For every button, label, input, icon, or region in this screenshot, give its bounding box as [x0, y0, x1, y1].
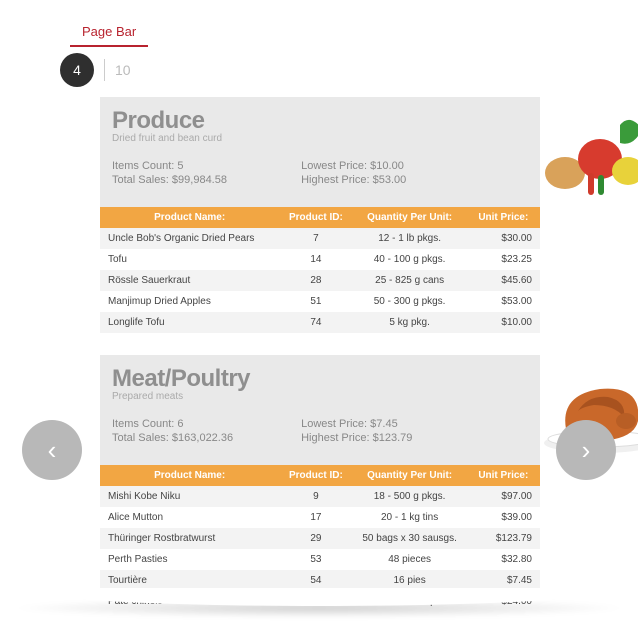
cell-unit-price: $24.00 [467, 591, 540, 612]
section-stats: Items Count: 5Lowest Price: $10.00Total … [112, 160, 528, 186]
page-container: Page Bar 4 10 ProduceDried fruit and bea… [0, 0, 638, 612]
pager-divider [104, 59, 105, 81]
col-qty: Quantity Per Unit: [353, 465, 467, 486]
cell-qty-per-unit: 50 bags x 30 sausgs. [353, 528, 467, 549]
cell-product-id: 7 [279, 228, 352, 249]
table-row: Mishi Kobe Niku918 - 500 g pkgs.$97.00 [100, 486, 540, 507]
highest-price: Highest Price: $53.00 [301, 174, 528, 186]
table-body: Uncle Bob's Organic Dried Pears712 - 1 l… [100, 228, 540, 333]
cell-qty-per-unit: 25 - 825 g cans [353, 270, 467, 291]
cell-product-name: Tourtière [100, 570, 279, 591]
items-count: Items Count: 6 [112, 418, 301, 430]
section-title: Produce [112, 107, 528, 135]
section-image-vegetables [530, 103, 638, 203]
pager: 4 10 [60, 53, 598, 87]
table-row: Uncle Bob's Organic Dried Pears712 - 1 l… [100, 228, 540, 249]
cell-product-id: 55 [279, 591, 352, 612]
highest-price: Highest Price: $123.79 [301, 432, 528, 444]
total-sales: Total Sales: $99,984.58 [112, 174, 301, 186]
prev-page-button[interactable]: ‹ [22, 420, 82, 480]
table-row: Perth Pasties5348 pieces$32.80 [100, 549, 540, 570]
cell-unit-price: $53.00 [467, 291, 540, 312]
table-row: Alice Mutton1720 - 1 kg tins$39.00 [100, 507, 540, 528]
page-current: 4 [60, 53, 94, 87]
cell-unit-price: $7.45 [467, 570, 540, 591]
table-row: Tourtière5416 pies$7.45 [100, 570, 540, 591]
cell-qty-per-unit: 50 - 300 g pkgs. [353, 291, 467, 312]
col-qty: Quantity Per Unit: [353, 207, 467, 228]
cell-unit-price: $97.00 [467, 486, 540, 507]
cell-qty-per-unit: 40 - 100 g pkgs. [353, 249, 467, 270]
cell-unit-price: $23.25 [467, 249, 540, 270]
cell-qty-per-unit: 18 - 500 g pkgs. [353, 486, 467, 507]
chevron-left-icon: ‹ [48, 435, 57, 466]
tab-page-bar[interactable]: Page Bar [70, 20, 148, 47]
cell-qty-per-unit: 20 - 1 kg tins [353, 507, 467, 528]
section-title: Meat/Poultry [112, 365, 528, 393]
col-price: Unit Price: [467, 207, 540, 228]
cell-product-name: Thüringer Rostbratwurst [100, 528, 279, 549]
cell-product-name: Tofu [100, 249, 279, 270]
table-body: Mishi Kobe Niku918 - 500 g pkgs.$97.00Al… [100, 486, 540, 612]
cell-product-name: Alice Mutton [100, 507, 279, 528]
cell-product-id: 74 [279, 312, 352, 333]
cell-product-name: Perth Pasties [100, 549, 279, 570]
tab-bar: Page Bar [70, 20, 598, 47]
cell-unit-price: $10.00 [467, 312, 540, 333]
cell-product-name: Manjimup Dried Apples [100, 291, 279, 312]
cell-unit-price: $45.60 [467, 270, 540, 291]
cell-unit-price: $39.00 [467, 507, 540, 528]
cell-product-name: Longlife Tofu [100, 312, 279, 333]
section-subtitle: Prepared meats [112, 391, 528, 402]
cell-unit-price: $123.79 [467, 528, 540, 549]
page-total: 10 [115, 62, 131, 78]
cell-unit-price: $30.00 [467, 228, 540, 249]
col-price: Unit Price: [467, 465, 540, 486]
cell-product-name: Mishi Kobe Niku [100, 486, 279, 507]
cell-qty-per-unit: 24 boxes x 2 pies [353, 591, 467, 612]
cell-product-name: Rössle Sauerkraut [100, 270, 279, 291]
chevron-right-icon: › [582, 435, 591, 466]
table-header: Product Name:Product ID:Quantity Per Uni… [100, 207, 540, 228]
section-header: ProduceDried fruit and bean curd Items Co… [100, 97, 540, 207]
cell-qty-per-unit: 16 pies [353, 570, 467, 591]
table-header: Product Name:Product ID:Quantity Per Uni… [100, 465, 540, 486]
lowest-price: Lowest Price: $10.00 [301, 160, 528, 172]
cell-product-id: 54 [279, 570, 352, 591]
col-name: Product Name: [100, 207, 279, 228]
total-sales: Total Sales: $163,022.36 [112, 432, 301, 444]
next-page-button[interactable]: › [556, 420, 616, 480]
section-subtitle: Dried fruit and bean curd [112, 133, 528, 144]
cell-product-name: Uncle Bob's Organic Dried Pears [100, 228, 279, 249]
cell-product-id: 14 [279, 249, 352, 270]
section-stats: Items Count: 6Lowest Price: $7.45Total S… [112, 418, 528, 444]
lowest-price: Lowest Price: $7.45 [301, 418, 528, 430]
cell-product-id: 9 [279, 486, 352, 507]
cell-product-id: 29 [279, 528, 352, 549]
table-row: Rössle Sauerkraut2825 - 825 g cans$45.60 [100, 270, 540, 291]
cell-qty-per-unit: 48 pieces [353, 549, 467, 570]
table-row: Tofu1440 - 100 g pkgs.$23.25 [100, 249, 540, 270]
col-id: Product ID: [279, 207, 352, 228]
cell-qty-per-unit: 5 kg pkg. [353, 312, 467, 333]
table-row: Pâté chinois5524 boxes x 2 pies$24.00 [100, 591, 540, 612]
cell-product-name: Pâté chinois [100, 591, 279, 612]
table-row: Thüringer Rostbratwurst2950 bags x 30 sa… [100, 528, 540, 549]
content-area: ProduceDried fruit and bean curd Items Co… [100, 97, 540, 612]
cell-product-id: 28 [279, 270, 352, 291]
items-count: Items Count: 5 [112, 160, 301, 172]
cell-product-id: 17 [279, 507, 352, 528]
cell-unit-price: $32.80 [467, 549, 540, 570]
cell-product-id: 53 [279, 549, 352, 570]
col-id: Product ID: [279, 465, 352, 486]
table-row: Manjimup Dried Apples5150 - 300 g pkgs.$… [100, 291, 540, 312]
table-row: Longlife Tofu745 kg pkg.$10.00 [100, 312, 540, 333]
col-name: Product Name: [100, 465, 279, 486]
cell-qty-per-unit: 12 - 1 lb pkgs. [353, 228, 467, 249]
cell-product-id: 51 [279, 291, 352, 312]
section-header: Meat/PoultryPrepared meats Items Count: 6… [100, 355, 540, 465]
